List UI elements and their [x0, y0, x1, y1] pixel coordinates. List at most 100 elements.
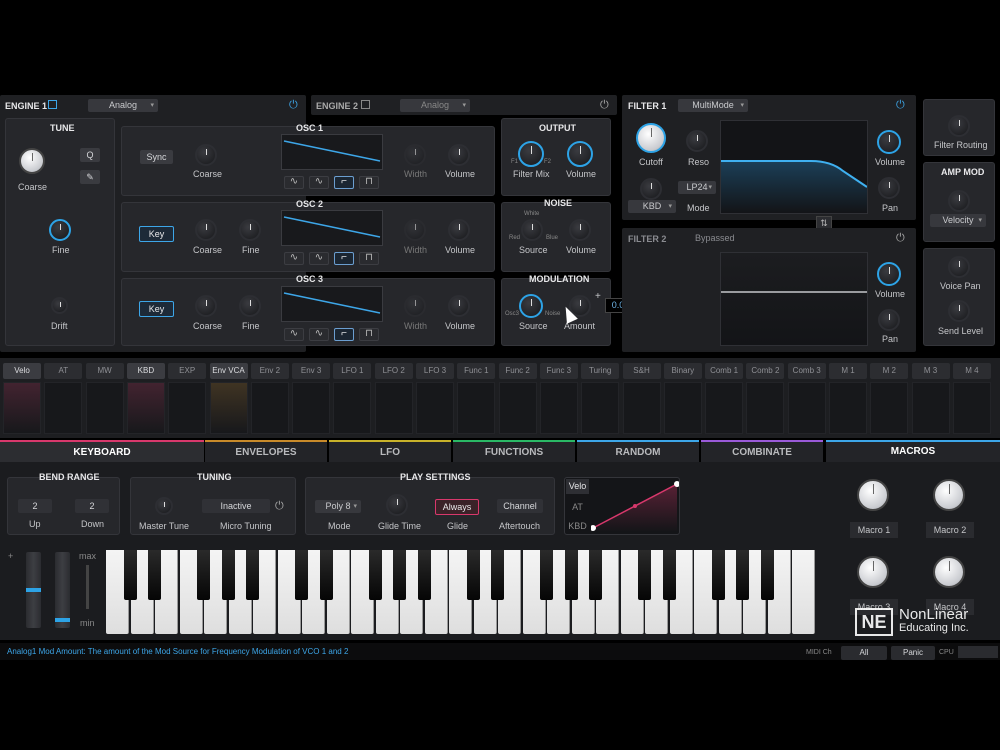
filter-mix-knob[interactable] — [518, 141, 544, 167]
mod-source-cell[interactable] — [870, 382, 909, 434]
drift-knob[interactable] — [51, 297, 68, 314]
mod-source-tab[interactable]: Comb 1 — [705, 363, 744, 379]
mod-source-cell[interactable] — [457, 382, 496, 434]
osc2-volume-knob[interactable] — [448, 219, 470, 241]
black-key[interactable] — [221, 550, 235, 600]
mod-source-cell[interactable] — [168, 382, 207, 434]
macro4-knob[interactable] — [933, 556, 965, 588]
black-key[interactable] — [123, 550, 137, 600]
curve-kbd-tab[interactable]: KBD — [566, 519, 589, 534]
macro3-knob[interactable] — [857, 556, 889, 588]
black-key[interactable] — [295, 550, 308, 600]
kbd-dropdown[interactable]: KBD — [628, 200, 676, 213]
bottom-tab[interactable]: RANDOM — [577, 440, 699, 462]
black-key[interactable] — [197, 550, 210, 600]
black-key[interactable] — [589, 550, 602, 600]
black-key[interactable] — [393, 550, 406, 600]
mod-source-tab[interactable]: Env 3 — [292, 363, 331, 379]
mod-source-tab[interactable]: LFO 3 — [416, 363, 454, 379]
mod-source-tab[interactable]: AT — [44, 363, 83, 379]
mod-source-tab[interactable]: Comb 2 — [746, 363, 785, 379]
mod-source-cell[interactable] — [209, 382, 248, 434]
osc3-coarse-knob[interactable] — [195, 295, 217, 317]
mod-source-tab[interactable]: M 2 — [870, 363, 909, 379]
micro-tuning-value[interactable]: Inactive — [202, 499, 270, 513]
mod-source-tab[interactable]: Func 1 — [457, 363, 496, 379]
osc3-saw-wave-button[interactable]: ⌐ — [334, 328, 354, 341]
filter1-pan-knob[interactable] — [878, 177, 900, 199]
curve-at-tab[interactable]: AT — [566, 500, 589, 515]
aftertouch-value[interactable]: Channel — [497, 499, 543, 513]
osc1-volume-knob[interactable] — [448, 144, 470, 166]
engine2-power-icon[interactable]: ⏻ — [600, 99, 609, 112]
osc2-square-wave-button[interactable]: ⊓ — [359, 252, 379, 265]
midi-channel-all[interactable]: All — [841, 646, 887, 660]
osc3-fine-knob[interactable] — [239, 295, 261, 317]
mod-source-tab[interactable]: KBD — [126, 363, 165, 379]
bottom-tab[interactable]: KEYBOARD — [0, 440, 204, 462]
filter1-mode-dropdown[interactable]: LP24 — [678, 181, 716, 194]
black-key[interactable] — [638, 550, 651, 600]
filter1-power-icon[interactable]: ⏻ — [896, 99, 905, 112]
osc1-sine-wave-button[interactable]: ∿ — [284, 176, 304, 189]
amp-mod-knob[interactable] — [948, 190, 970, 212]
mod-source-cell[interactable] — [333, 382, 372, 434]
mod-source-cell[interactable] — [746, 382, 785, 434]
sync-button[interactable]: Sync — [140, 150, 173, 164]
bottom-tab[interactable]: LFO — [329, 440, 451, 462]
osc3-volume-knob[interactable] — [448, 295, 470, 317]
engine2-type-dropdown[interactable]: Analog — [400, 99, 470, 112]
filter-routing-knob[interactable] — [948, 115, 970, 137]
mod-source-tab[interactable]: Binary — [663, 363, 702, 379]
fine-knob[interactable] — [49, 219, 71, 241]
mod-source-cell[interactable] — [829, 382, 867, 434]
velocity-curve-graph[interactable] — [590, 480, 680, 532]
black-key[interactable] — [540, 550, 553, 600]
black-key[interactable] — [736, 550, 749, 600]
mod-source-cell[interactable] — [622, 382, 661, 434]
glide-value[interactable]: Always — [435, 499, 479, 515]
black-key[interactable] — [246, 550, 259, 600]
black-key[interactable] — [368, 550, 382, 600]
osc2-fine-knob[interactable] — [239, 219, 261, 241]
engine1-power-icon[interactable]: ⏻ — [289, 99, 298, 112]
mod-source-tab[interactable]: Comb 3 — [787, 363, 826, 379]
filter1-volume-knob[interactable] — [877, 130, 901, 154]
black-key[interactable] — [662, 550, 676, 600]
coarse-knob[interactable] — [19, 148, 45, 174]
mod-source-tab[interactable]: LFO 1 — [333, 363, 372, 379]
mod-source-cell[interactable] — [44, 382, 83, 434]
osc1-coarse-knob[interactable] — [195, 144, 217, 166]
pitch-bend-wheel[interactable] — [26, 552, 41, 628]
voice-pan-knob[interactable] — [948, 256, 970, 278]
filter2-power-icon[interactable]: ⏻ — [896, 232, 905, 245]
bend-up-value[interactable]: 2 — [18, 499, 52, 513]
mod-source-cell[interactable] — [952, 382, 991, 434]
mod-source-cell[interactable] — [705, 382, 744, 434]
mod-source-tab[interactable]: Turing — [581, 363, 620, 379]
mod-source-cell[interactable] — [3, 382, 41, 434]
osc3-square-wave-button[interactable]: ⊓ — [359, 328, 379, 341]
mod-source-tab[interactable]: Func 2 — [498, 363, 537, 379]
filter1-type-dropdown[interactable]: MultiMode — [678, 99, 748, 112]
mod-source-cell[interactable] — [498, 382, 537, 434]
panic-button[interactable]: Panic — [891, 646, 935, 660]
black-key[interactable] — [466, 550, 480, 600]
bottom-tab[interactable]: ENVELOPES — [205, 440, 327, 462]
mod-source-cell[interactable] — [416, 382, 454, 434]
cutoff-knob[interactable] — [636, 123, 666, 153]
mod-source-tab[interactable]: EXP — [168, 363, 207, 379]
mod-source-cell[interactable] — [539, 382, 578, 434]
mod-source-tab[interactable]: Env 2 — [250, 363, 289, 379]
copy-icon[interactable] — [48, 100, 57, 109]
pencil-icon[interactable]: ✎ — [80, 170, 100, 184]
osc1-square-wave-button[interactable]: ⊓ — [359, 176, 379, 189]
micro-tuning-power-icon[interactable]: ⏻ — [275, 500, 284, 513]
mod-source-tab[interactable]: M 4 — [952, 363, 991, 379]
mod-source-tab[interactable]: S&H — [622, 363, 661, 379]
bend-down-value[interactable]: 2 — [75, 499, 109, 513]
mod-source-cell[interactable] — [581, 382, 620, 434]
mod-source-cell[interactable] — [85, 382, 124, 434]
master-tune-knob[interactable] — [155, 497, 173, 515]
mod-source-tab[interactable]: M 3 — [911, 363, 950, 379]
